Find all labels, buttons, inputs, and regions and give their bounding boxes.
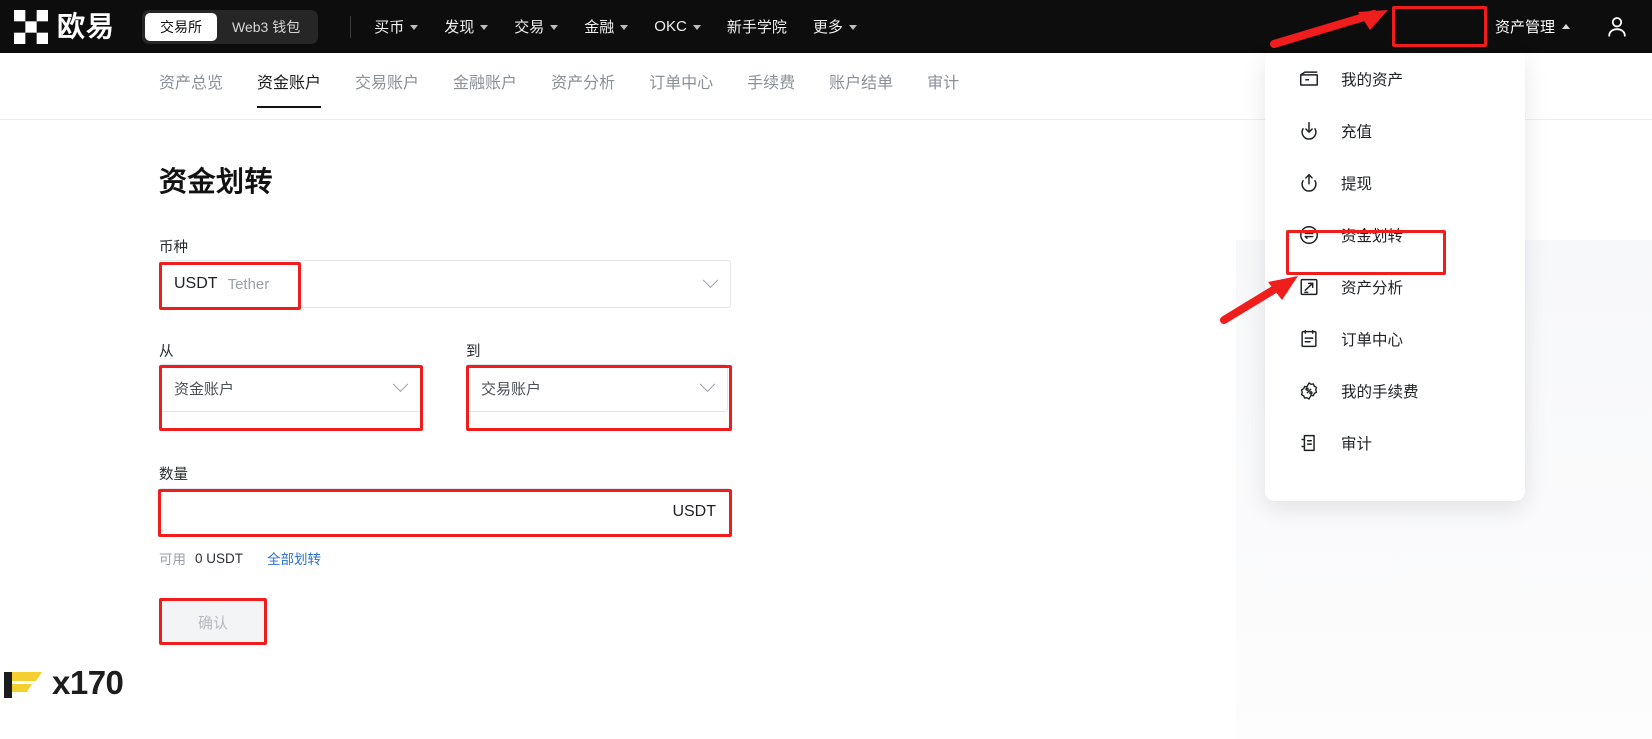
tab-asset-overview[interactable]: 资产总览: [159, 53, 223, 108]
dropdown-item-label: 我的资产: [1341, 72, 1404, 89]
available-label: 可用: [159, 552, 186, 567]
from-account-select[interactable]: 资金账户: [159, 364, 421, 412]
deposit-icon: [1296, 118, 1322, 144]
nav-item-discover[interactable]: 发现: [444, 16, 489, 37]
dropdown-item-asset-analysis[interactable]: 资产分析: [1265, 261, 1525, 313]
user-avatar-icon[interactable]: [1604, 14, 1630, 40]
from-label: 从: [159, 344, 174, 360]
header-divider: [350, 15, 352, 38]
dropdown-item-label: 审计: [1341, 436, 1373, 453]
platform-switcher: 交易所 Web3 钱包: [142, 9, 319, 44]
from-account-value: 资金账户: [174, 380, 235, 398]
available-value: 0 USDT: [195, 550, 244, 566]
dropdown-item-label: 我的手续费: [1341, 384, 1419, 401]
chevron-down-icon: [702, 271, 719, 288]
order-center-icon: [1296, 326, 1322, 352]
chevron-down-icon: [392, 375, 409, 392]
header-right-actions: 资产管理: [1485, 0, 1652, 53]
dropdown-item-my-fees[interactable]: 我的手续费: [1265, 365, 1525, 417]
nav-label: 交易: [514, 19, 545, 36]
app-root: 欧易 交易所 Web3 钱包 买币 发现 交易 金融 OKC 新手学院 更多 资…: [0, 0, 1652, 739]
account-tabs: 资产总览 资金账户 交易账户 金融账户 资产分析 订单中心 手续费 账户结单 审…: [159, 53, 993, 108]
nav-label: 发现: [444, 19, 475, 36]
tab-audit[interactable]: 审计: [927, 53, 959, 108]
dropdown-item-deposit[interactable]: 充值: [1265, 105, 1525, 157]
chevron-down-icon: [480, 25, 489, 30]
tab-fees[interactable]: 手续费: [747, 53, 795, 108]
top-header-bar: 欧易 交易所 Web3 钱包 买币 发现 交易 金融 OKC 新手学院 更多 资…: [0, 0, 1652, 53]
asset-management-dropdown: 我的资产 充值 提现 资金划转 资产分析 订单中心 我的手续费 审计: [1265, 53, 1525, 501]
asset-management-label: 资产管理: [1494, 19, 1555, 36]
chevron-up-icon: [1562, 24, 1570, 29]
nav-item-more[interactable]: 更多: [813, 16, 857, 37]
dropdown-item-my-assets[interactable]: 我的资产: [1265, 53, 1525, 105]
dropdown-item-label: 提现: [1341, 176, 1373, 193]
nav-label: 新手学院: [726, 19, 787, 36]
nav-item-okc[interactable]: OKC: [654, 18, 701, 35]
to-label: 到: [466, 344, 481, 360]
confirm-button[interactable]: 确认: [161, 601, 265, 643]
dropdown-item-label: 资产分析: [1341, 280, 1404, 297]
tab-asset-analysis[interactable]: 资产分析: [551, 53, 615, 108]
nav-item-buy-crypto[interactable]: 买币: [374, 16, 419, 37]
nav-item-finance[interactable]: 金融: [584, 16, 629, 37]
watermark: x170: [2, 662, 124, 704]
dropdown-item-transfer[interactable]: 资金划转: [1265, 209, 1525, 261]
asset-management-button[interactable]: 资产管理: [1485, 10, 1580, 43]
dropdown-item-label: 订单中心: [1341, 332, 1404, 349]
analytics-icon: [1296, 274, 1322, 300]
amount-input[interactable]: USDT: [159, 488, 731, 536]
nav-label: 金融: [584, 19, 615, 36]
okx-logo-icon: [14, 9, 48, 44]
nav-label: OKC: [654, 18, 687, 35]
amount-unit: USDT: [672, 503, 716, 520]
page-title: 资金划转: [159, 166, 274, 197]
tab-trading-account[interactable]: 交易账户: [355, 53, 419, 108]
dropdown-item-audit[interactable]: 审计: [1265, 417, 1525, 469]
tab-account-statement[interactable]: 账户结单: [829, 53, 893, 108]
nav-item-trade[interactable]: 交易: [514, 16, 559, 37]
dropdown-item-withdraw[interactable]: 提现: [1265, 157, 1525, 209]
currency-fullname: Tether: [227, 275, 270, 293]
chevron-down-icon: [620, 25, 629, 30]
fx-logo-icon: [4, 672, 42, 698]
currency-symbol: USDT: [174, 275, 218, 292]
nav-label: 买币: [374, 19, 405, 36]
wallet-icon: [1296, 66, 1322, 92]
tab-order-center[interactable]: 订单中心: [649, 53, 713, 108]
to-account-select[interactable]: 交易账户: [466, 364, 728, 412]
nav-label: 更多: [812, 19, 843, 36]
main-navigation: 买币 发现 交易 金融 OKC 新手学院 更多: [374, 16, 883, 37]
dropdown-item-order-center[interactable]: 订单中心: [1265, 313, 1525, 365]
transfer-icon: [1296, 222, 1322, 248]
to-account-value: 交易账户: [481, 380, 542, 398]
chevron-down-icon: [692, 25, 701, 30]
withdraw-icon: [1296, 170, 1322, 196]
amount-label: 数量: [159, 467, 188, 483]
transfer-all-link[interactable]: 全部划转: [267, 548, 321, 568]
tab-funding-account[interactable]: 资金账户: [257, 53, 322, 108]
segment-web3-wallet[interactable]: Web3 钱包: [217, 13, 315, 41]
chevron-down-icon: [699, 375, 716, 392]
audit-icon: [1296, 430, 1322, 456]
watermark-text: x170: [52, 664, 124, 701]
nav-item-academy[interactable]: 新手学院: [727, 16, 787, 37]
dropdown-item-label: 充值: [1341, 124, 1373, 141]
brand-name: 欧易: [57, 10, 116, 42]
chevron-down-icon: [410, 25, 419, 30]
currency-select[interactable]: USDT Tether: [159, 260, 731, 308]
fee-icon: [1296, 378, 1322, 404]
brand-logo[interactable]: 欧易: [14, 9, 116, 44]
chevron-down-icon: [550, 25, 559, 30]
chevron-down-icon: [848, 25, 857, 30]
dropdown-item-label: 资金划转: [1341, 228, 1404, 245]
currency-label: 币种: [159, 240, 188, 256]
tab-financial-account[interactable]: 金融账户: [453, 53, 517, 108]
segment-exchange[interactable]: 交易所: [145, 12, 218, 41]
available-balance-row: 可用 0 USDT 全部划转: [159, 548, 321, 568]
